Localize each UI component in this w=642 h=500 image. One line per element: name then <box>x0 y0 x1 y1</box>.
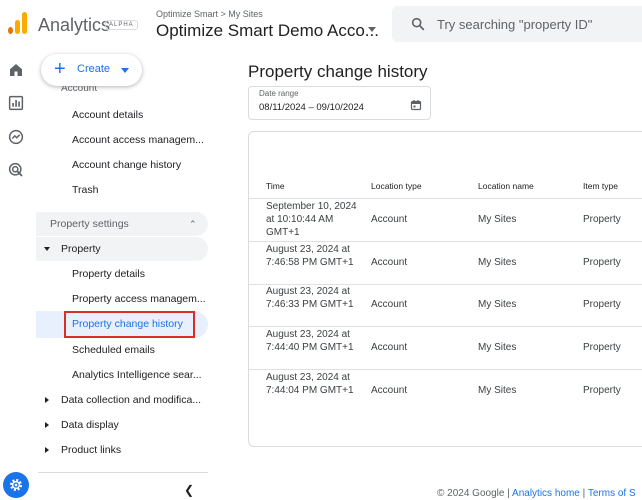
property-settings-label: Property settings <box>50 218 129 230</box>
footer-separator: | <box>582 488 586 499</box>
nav-analytics-intelligence[interactable]: Analytics Intelligence sear... <box>72 369 202 381</box>
column-header-time[interactable]: Time <box>266 181 285 191</box>
nav-scheduled-emails[interactable]: Scheduled emails <box>72 344 155 356</box>
explore-icon[interactable] <box>7 128 25 146</box>
search-bar[interactable]: Try searching "property ID" <box>392 6 642 42</box>
nav-divider <box>38 472 208 473</box>
expand-arrow-icon[interactable] <box>45 397 49 403</box>
chevron-down-icon[interactable] <box>368 27 376 32</box>
terms-link[interactable]: Terms of S <box>588 488 636 499</box>
alpha-badge: ALPHA <box>105 20 138 30</box>
expand-arrow-icon[interactable] <box>45 447 49 453</box>
settings-gear-icon <box>10 479 22 491</box>
table-cell-item-type: Property <box>583 342 621 353</box>
chevron-up-icon: ⌃ <box>189 219 197 229</box>
collapse-left-icon[interactable]: ❮ <box>184 483 194 497</box>
table-cell-location-name: My Sites <box>478 214 517 225</box>
column-header-item-type[interactable]: Item type <box>583 181 618 191</box>
plus-icon: + <box>54 58 66 80</box>
analytics-home-link[interactable]: Analytics home <box>512 488 580 499</box>
table-cell-time: August 23, 2024 at 7:46:33 PM GMT+1 <box>266 286 354 310</box>
create-button[interactable]: + Create <box>41 54 142 86</box>
table-row-divider <box>249 369 642 370</box>
search-input[interactable]: Try searching "property ID" <box>437 17 592 32</box>
search-icon <box>411 17 425 31</box>
top-header: Analytics ALPHA Optimize Smart > My Site… <box>0 0 642 50</box>
admin-settings-button[interactable] <box>3 472 29 498</box>
copyright-text: © 2024 Google | <box>437 488 510 499</box>
table-cell-location-type: Account <box>371 342 408 353</box>
create-button-label: Create <box>77 63 111 75</box>
nav-account-details[interactable]: Account details <box>72 109 143 121</box>
table-cell-time: August 23, 2024 at 7:44:04 PM GMT+1 <box>266 372 354 396</box>
nav-data-display[interactable]: Data display <box>61 419 119 431</box>
nav-property-access-management[interactable]: Property access managem... <box>72 293 206 305</box>
table-row-divider <box>249 241 642 242</box>
table-cell-location-type: Account <box>371 214 408 225</box>
account-section-header[interactable]: Account <box>61 86 97 94</box>
breadcrumb[interactable]: Optimize Smart > My Sites <box>156 9 263 19</box>
page-title: Property change history <box>248 62 428 81</box>
table-cell-location-type: Account <box>371 299 408 310</box>
table-cell-location-type: Account <box>371 257 408 268</box>
table-cell-item-type: Property <box>583 214 621 225</box>
table-cell-item-type: Property <box>583 385 621 396</box>
page-footer: © 2024 Google | Analytics home | Terms o… <box>437 488 636 499</box>
table-cell-location-type: Account <box>371 385 408 396</box>
chevron-down-icon <box>121 68 129 73</box>
table-cell-time: August 23, 2024 at 7:46:58 PM GMT+1 <box>266 244 354 268</box>
property-group-label: Property <box>61 243 101 255</box>
date-range-value: 08/11/2024 – 09/10/2024 <box>259 102 364 113</box>
table-cell-location-name: My Sites <box>478 385 517 396</box>
date-range-picker[interactable]: Date range 08/11/2024 – 09/10/2024 <box>248 86 431 120</box>
nav-data-collection[interactable]: Data collection and modifica... <box>61 394 201 406</box>
table-cell-item-type: Property <box>583 257 621 268</box>
nav-product-links[interactable]: Product links <box>61 444 121 456</box>
advertising-icon[interactable] <box>7 161 25 179</box>
table-cell-time: August 23, 2024 at 7:44:40 PM GMT+1 <box>266 329 354 353</box>
home-icon[interactable] <box>7 61 25 79</box>
property-settings-header[interactable]: Property settings ⌃ <box>36 212 208 236</box>
nav-account-change-history[interactable]: Account change history <box>72 159 181 171</box>
table-cell-item-type: Property <box>583 299 621 310</box>
nav-trash[interactable]: Trash <box>72 184 98 196</box>
app-title[interactable]: Analytics <box>38 15 110 36</box>
highlight-annotation-box <box>64 311 195 338</box>
table-cell-location-name: My Sites <box>478 342 517 353</box>
nav-account-access-management[interactable]: Account access managem... <box>72 134 204 146</box>
table-cell-time: September 10, 2024 at 10:10:44 AM GMT+1 <box>266 201 357 238</box>
calendar-icon <box>410 100 422 111</box>
column-header-location-type[interactable]: Location type <box>371 181 422 191</box>
table-cell-location-name: My Sites <box>478 299 517 310</box>
account-selector[interactable]: Optimize Smart Demo Acco... <box>156 21 379 41</box>
property-group-row[interactable]: Property <box>36 237 208 261</box>
reports-icon[interactable] <box>7 94 25 112</box>
expand-arrow-icon[interactable] <box>45 422 49 428</box>
expand-arrow-icon <box>44 247 50 251</box>
column-header-location-name[interactable]: Location name <box>478 181 534 191</box>
analytics-logo-icon[interactable] <box>8 12 28 34</box>
table-row-divider <box>249 326 642 327</box>
table-header-divider <box>249 198 642 199</box>
table-cell-location-name: My Sites <box>478 257 517 268</box>
date-range-label: Date range <box>259 89 299 98</box>
nav-property-details[interactable]: Property details <box>72 268 145 280</box>
